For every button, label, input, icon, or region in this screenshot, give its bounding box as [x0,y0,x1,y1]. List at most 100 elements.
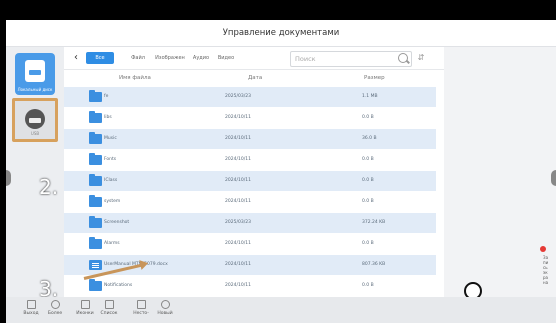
usb-drive-label: USB [30,131,40,136]
plus-icon [160,300,170,309]
folder-icon [89,216,102,228]
table-row[interactable]: system 2024/10/11 0.0 B [64,192,436,212]
annotation-step-2: 2. [39,175,59,199]
file-name: Fonts [104,157,117,162]
search-field[interactable]: Поиск [290,51,412,67]
right-edge-vertical-text: Запись экрана [543,255,549,285]
file-name: Notifications [104,283,133,288]
file-name: fe [104,94,109,99]
file-size: 807.36 KB [362,262,386,267]
app-window: Управление документами Локальный диск US… [6,20,556,323]
table-header: Имя файла Дата Размер [64,71,444,85]
more-icon [50,300,60,309]
multi-select-button[interactable]: Несто- [130,299,152,321]
exit-icon [26,300,36,309]
file-size: 0.0 B [362,178,374,183]
file-date: 2025/03/23 [225,94,251,99]
file-name: Alarms [104,241,120,246]
multi-select-label: Несто- [133,311,149,316]
recording-indicator-icon [540,246,546,252]
file-size: 0.0 B [362,241,374,246]
local-disk-tile[interactable]: Локальный диск [15,53,55,95]
header-name[interactable]: Имя файла [119,71,151,85]
list-view-button[interactable]: Список [98,299,120,321]
folder-icon [89,279,102,291]
icons-label: Иконки [76,311,94,316]
file-name: IClass [104,178,118,183]
file-date: 2024/10/11 [225,241,251,246]
right-edge-handle[interactable] [551,170,556,186]
file-size: 0.0 B [362,283,374,288]
icons-view-button[interactable]: Иконки [74,299,96,321]
sort-icon[interactable]: ⇵ [414,51,428,65]
window-title: Управление документами [222,28,340,38]
file-date: 2024/10/11 [225,283,251,288]
table-row[interactable]: Alarms 2024/10/11 0.0 B [64,234,436,254]
folder-icon [89,237,102,249]
file-size: 0.0 B [362,157,374,162]
grid-icon [80,300,90,309]
new-button[interactable]: Новый [154,299,176,321]
checkbox-icon [136,300,146,309]
table-row[interactable]: IClass 2024/10/11 0.0 B [64,171,436,191]
folder-icon [89,195,102,207]
sd-card-icon [25,60,45,82]
file-size: 0.0 B [362,199,374,204]
file-browser: ‹ Все Файл Изображен Аудио Видео Поиск ⇵… [64,47,444,297]
back-chevron-icon[interactable]: ‹ [70,51,82,65]
tab-images[interactable]: Изображен [152,52,188,64]
file-date: 2024/10/11 [225,115,251,120]
search-icon[interactable] [398,53,408,63]
file-date: 2024/10/11 [225,199,251,204]
tab-audio[interactable]: Аудио [190,52,212,64]
tab-video[interactable]: Видео [214,52,238,64]
document-icon [89,260,102,270]
file-name: Music [104,136,117,141]
file-size: 36.0 B [362,136,377,141]
header-date[interactable]: Дата [248,71,262,85]
file-name: system [104,199,121,204]
table-row[interactable]: UserManual MTM-5079.docx 2024/10/11 807.… [64,255,436,275]
table-row[interactable]: Fonts 2024/10/11 0.0 B [64,150,436,170]
folder-icon [89,174,102,186]
storage-sidebar: Локальный диск USB 2. 3. [6,47,64,301]
exit-label: Выход [23,311,39,316]
file-date: 2025/03/23 [225,220,251,225]
header-size[interactable]: Размер [364,71,385,85]
toolbar: ‹ Все Файл Изображен Аудио Видео Поиск ⇵ [64,47,444,70]
folder-icon [89,153,102,165]
list-icon [104,300,114,309]
tab-all[interactable]: Все [86,52,114,64]
file-size: 0.0 B [362,115,374,120]
search-placeholder: Поиск [295,55,316,63]
file-date: 2024/10/11 [225,157,251,162]
local-disk-label: Локальный диск [17,87,53,92]
new-label: Новый [157,311,173,316]
more-label: Более [47,311,63,316]
more-button[interactable]: Более [44,299,66,321]
title-bar: Управление документами [6,20,556,47]
folder-icon [89,90,102,102]
file-size: 1.1 MB [362,94,378,99]
exit-button[interactable]: Выход [20,299,42,321]
table-row[interactable]: Music 2024/10/11 36.0 B [64,129,436,149]
folder-icon [89,132,102,144]
left-edge-handle[interactable] [6,170,11,186]
file-name: libs [104,115,112,120]
file-name: Screenshot [104,220,130,225]
right-panel [444,47,556,297]
table-row[interactable]: libs 2024/10/11 0.0 B [64,108,436,128]
file-date: 2024/10/11 [225,136,251,141]
file-date: 2024/10/11 [225,262,251,267]
file-size: 372.24 KB [362,220,386,225]
table-row[interactable]: fe 2025/03/23 1.1 MB [64,87,436,107]
tab-files[interactable]: Файл [128,52,148,64]
usb-drive-icon [25,109,45,129]
table-row[interactable]: Notifications 2024/10/11 0.0 B [64,276,436,296]
usb-drive-tile[interactable]: USB [12,98,58,142]
bottom-toolbar: Выход Более Иконки Список Несто- Новый [6,297,556,323]
list-label: Список [100,311,118,316]
table-row[interactable]: Screenshot 2025/03/23 372.24 KB [64,213,436,233]
folder-icon [89,111,102,123]
file-date: 2024/10/11 [225,178,251,183]
